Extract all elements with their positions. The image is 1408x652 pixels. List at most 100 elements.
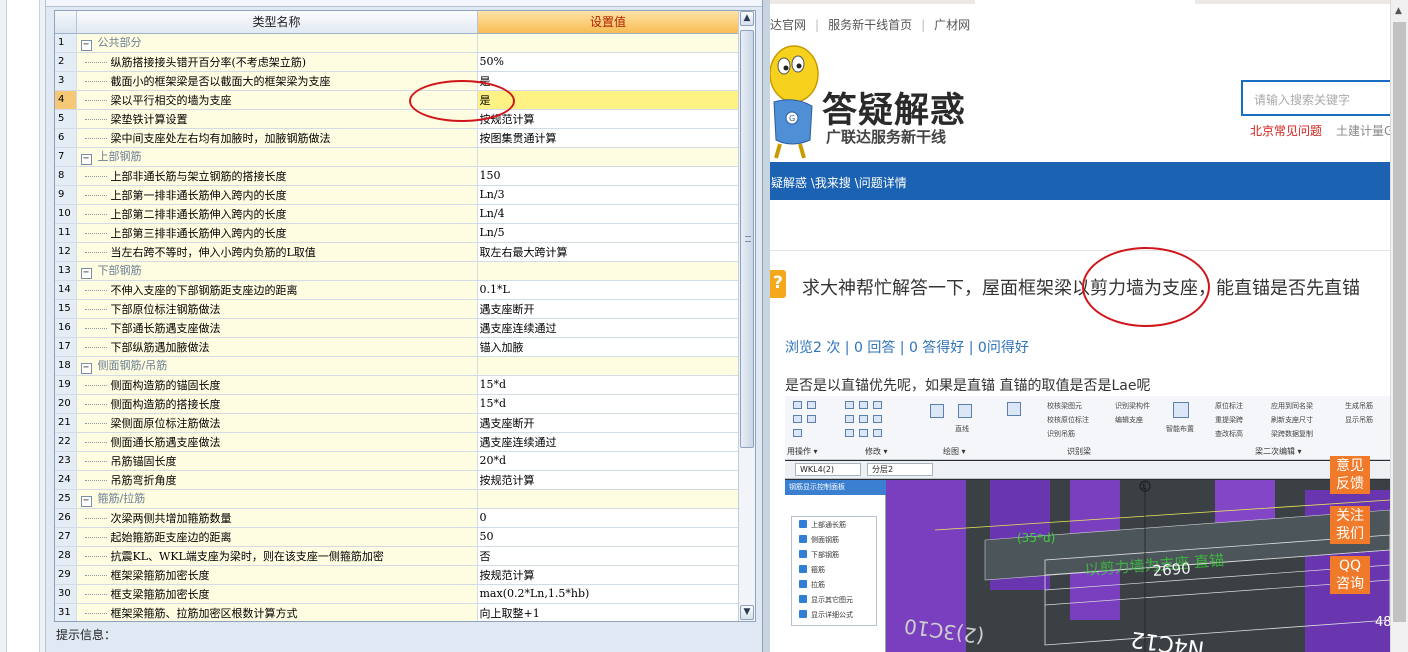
row-number[interactable]: 25 bbox=[55, 489, 77, 509]
row-number[interactable]: 18 bbox=[55, 356, 77, 376]
nav-link-material-site[interactable]: 广材网 bbox=[934, 18, 970, 32]
setting-value-cell[interactable]: 50% bbox=[477, 52, 740, 72]
row-number[interactable]: 16 bbox=[55, 318, 77, 338]
checkbox-show-formula[interactable]: 显示详细公式 bbox=[799, 610, 853, 620]
type-name-cell[interactable]: 下部通长筋遇支座做法 bbox=[76, 318, 478, 338]
setting-value-cell[interactable] bbox=[477, 147, 740, 167]
type-name-cell[interactable]: 侧面构造筋的搭接长度 bbox=[76, 394, 478, 414]
feedback-button[interactable]: 意见 反馈 bbox=[1330, 456, 1370, 494]
type-name-cell[interactable]: 上部第一排非通长筋伸入跨内的长度 bbox=[76, 185, 478, 205]
row-number[interactable]: 21 bbox=[55, 413, 77, 433]
scroll-down-arrow-icon[interactable]: ▼ bbox=[740, 605, 754, 620]
ribbon-label[interactable]: 梁跨数据复制 bbox=[1271, 429, 1313, 439]
window-splitter[interactable] bbox=[762, 0, 770, 652]
setting-value-cell[interactable] bbox=[477, 261, 740, 281]
ribbon-label[interactable]: 查改标高 bbox=[1215, 429, 1243, 439]
setting-value-cell[interactable]: 遇支座连续通过 bbox=[477, 432, 740, 452]
question-stats[interactable]: 浏览2 次 | 0 回答 | 0 答得好 | 0问得好 bbox=[785, 337, 1029, 357]
row-number[interactable]: 6 bbox=[55, 128, 77, 148]
ribbon-label[interactable]: 刷新支座尺寸 bbox=[1271, 415, 1313, 425]
row-number[interactable]: 20 bbox=[55, 394, 77, 414]
table-row[interactable]: 16 下部通长筋遇支座做法 遇支座连续通过 bbox=[55, 318, 740, 338]
scroll-up-arrow-icon[interactable]: ▲ bbox=[740, 11, 754, 26]
checkbox-tie-bar[interactable]: 拉筋 bbox=[799, 580, 825, 590]
browser-scrollbar-thumb[interactable] bbox=[1393, 22, 1406, 622]
table-row[interactable]: 30 框支梁箍筋加密长度 max(0.2*Ln,1.5*hb) bbox=[55, 584, 740, 604]
checkbox-side-rebar[interactable]: 侧面钢筋 bbox=[799, 535, 839, 545]
ribbon-label[interactable]: 直线 bbox=[955, 424, 969, 434]
type-name-cell[interactable]: 框支梁箍筋加密长度 bbox=[76, 584, 478, 604]
row-number[interactable]: 24 bbox=[55, 470, 77, 490]
row-number[interactable]: 30 bbox=[55, 584, 77, 604]
setting-value-cell[interactable]: 按规范计算 bbox=[477, 565, 740, 585]
table-row[interactable]: 11 上部第三排非通长筋伸入跨内的长度 Ln/5 bbox=[55, 223, 740, 243]
type-name-cell[interactable]: 抗震KL、WKL端支座为梁时，则在该支座一侧箍筋加密 bbox=[76, 546, 478, 566]
table-row[interactable]: 18− 侧面钢筋/吊筋 bbox=[55, 356, 740, 376]
table-row[interactable]: 2 纵筋搭接接头错开百分率(不考虑架立筋) 50% bbox=[55, 52, 740, 72]
browser-scrollbar[interactable]: ▲ bbox=[1390, 0, 1408, 652]
type-name-cell[interactable]: 梁中间支座处左右均有加腋时，加腋钢筋做法 bbox=[76, 128, 478, 148]
ribbon-label[interactable]: 生成吊筋 bbox=[1345, 401, 1373, 411]
row-number[interactable]: 2 bbox=[55, 52, 77, 72]
setting-value-cell[interactable]: Ln/4 bbox=[477, 204, 740, 224]
type-name-cell[interactable]: 起始箍筋距支座边的距离 bbox=[76, 527, 478, 547]
setting-value-cell[interactable] bbox=[477, 356, 740, 376]
table-row[interactable]: 23 吊筋锚固长度 20*d bbox=[55, 451, 740, 471]
qq-consult-button[interactable]: QQ 咨询 bbox=[1330, 556, 1370, 594]
checkbox-bottom-rebar[interactable]: 下部钢筋 bbox=[799, 550, 839, 560]
setting-value-cell[interactable] bbox=[477, 489, 740, 509]
ribbon-group-label[interactable]: 修改 ▾ bbox=[865, 446, 888, 457]
table-row[interactable]: 5 梁垫铁计算设置 按规范计算 bbox=[55, 109, 740, 129]
ribbon-group-label[interactable]: 识别梁 bbox=[1067, 446, 1091, 457]
table-row[interactable]: 17 下部纵筋遇加腋做法 锚入加腋 bbox=[55, 337, 740, 357]
setting-value-cell[interactable]: 遇支座断开 bbox=[477, 413, 740, 433]
type-name-cell[interactable]: 纵筋搭接接头错开百分率(不考虑架立筋) bbox=[76, 52, 478, 72]
row-number[interactable]: 7 bbox=[55, 147, 77, 167]
row-number[interactable]: 17 bbox=[55, 337, 77, 357]
layer-dropdown[interactable]: 分层2 bbox=[867, 463, 933, 476]
member-dropdown[interactable]: WKL4(2) bbox=[795, 463, 861, 476]
table-row[interactable]: 4 梁以平行相交的墙为支座 是 bbox=[55, 90, 740, 110]
table-row[interactable]: 12 当左右跨不等时，伸入小跨内负筋的L取值 取左右最大跨计算 bbox=[55, 242, 740, 262]
setting-value-cell[interactable]: 15*d bbox=[477, 375, 740, 395]
row-number[interactable]: 4 bbox=[55, 90, 77, 110]
grid-vertical-scrollbar[interactable]: ▲ ▼ bbox=[738, 11, 755, 621]
type-name-cell[interactable]: 不伸入支座的下部钢筋距支座边的距离 bbox=[76, 280, 478, 300]
setting-value-cell[interactable]: 遇支座连续通过 bbox=[477, 318, 740, 338]
type-name-cell[interactable]: 吊筋弯折角度 bbox=[76, 470, 478, 490]
nav-link-home[interactable]: 服务新干线首页 bbox=[828, 18, 912, 32]
quick-link-beijing-faq[interactable]: 北京常见问题 bbox=[1250, 124, 1322, 138]
type-name-cell[interactable]: 框架梁箍筋、拉筋加密区根数计算方式 bbox=[76, 603, 478, 621]
setting-value-cell[interactable]: 15*d bbox=[477, 394, 740, 414]
setting-value-cell[interactable]: 按图集贯通计算 bbox=[477, 128, 740, 148]
group-name-cell[interactable]: − 上部钢筋 bbox=[76, 147, 478, 167]
row-number[interactable]: 8 bbox=[55, 166, 77, 186]
table-row[interactable]: 6 梁中间支座处左右均有加腋时，加腋钢筋做法 按图集贯通计算 bbox=[55, 128, 740, 148]
checkbox-top-rebar[interactable]: 上部通长筋 bbox=[799, 520, 846, 530]
ribbon-label[interactable]: 应用到同名梁 bbox=[1271, 401, 1313, 411]
row-number[interactable]: 31 bbox=[55, 603, 77, 621]
setting-value-cell[interactable]: 0.1*L bbox=[477, 280, 740, 300]
table-row[interactable]: 22 侧面通长筋遇支座做法 遇支座连续通过 bbox=[55, 432, 740, 452]
ribbon-label[interactable]: 校核原位标注 bbox=[1047, 415, 1089, 425]
table-row[interactable]: 29 框架梁箍筋加密长度 按规范计算 bbox=[55, 565, 740, 585]
type-name-cell[interactable]: 截面小的框架梁是否以截面大的框架梁为支座 bbox=[76, 71, 478, 91]
ribbon-label[interactable]: 显示吊筋 bbox=[1345, 415, 1373, 425]
row-number[interactable]: 1 bbox=[55, 33, 77, 53]
setting-value-cell[interactable]: 遇支座断开 bbox=[477, 299, 740, 319]
row-number[interactable]: 9 bbox=[55, 185, 77, 205]
setting-value-cell[interactable]: 向上取整+1 bbox=[477, 603, 740, 621]
setting-value-cell[interactable]: 按规范计算 bbox=[477, 470, 740, 490]
table-row[interactable]: 9 上部第一排非通长筋伸入跨内的长度 Ln/3 bbox=[55, 185, 740, 205]
ribbon-label[interactable]: 识别梁构件 bbox=[1115, 401, 1150, 411]
row-number[interactable]: 11 bbox=[55, 223, 77, 243]
type-name-cell[interactable]: 侧面构造筋的锚固长度 bbox=[76, 375, 478, 395]
table-row[interactable]: 21 梁侧面原位标注筋做法 遇支座断开 bbox=[55, 413, 740, 433]
table-row[interactable]: 8 上部非通长筋与架立钢筋的搭接长度 150 bbox=[55, 166, 740, 186]
search-input[interactable]: 请输入搜索关键字 bbox=[1241, 80, 1401, 116]
table-row[interactable]: 31 框架梁箍筋、拉筋加密区根数计算方式 向上取整+1 bbox=[55, 603, 740, 621]
setting-value-cell[interactable]: 0 bbox=[477, 508, 740, 528]
table-row[interactable]: 20 侧面构造筋的搭接长度 15*d bbox=[55, 394, 740, 414]
table-row[interactable]: 10 上部第二排非通长筋伸入跨内的长度 Ln/4 bbox=[55, 204, 740, 224]
group-name-cell[interactable]: − 侧面钢筋/吊筋 bbox=[76, 356, 478, 376]
